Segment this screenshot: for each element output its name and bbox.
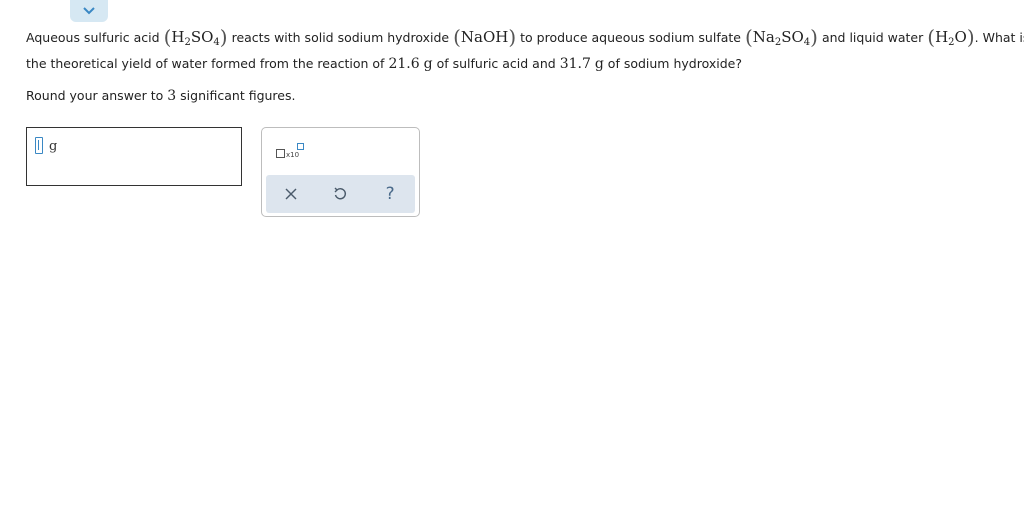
math-tool-panel: x10 ? (261, 127, 420, 217)
rounding-instruction: Round your answer to 3 significant figur… (26, 88, 296, 104)
answer-unit: g (49, 139, 58, 154)
mass-sodium-hydroxide: 31.7 (559, 56, 591, 72)
mass-sulfuric-acid: 21.6 (388, 56, 420, 72)
undo-button[interactable] (325, 179, 355, 209)
answer-input[interactable]: g (26, 127, 242, 186)
question-line-2: the theoretical yield of water formed fr… (26, 56, 742, 72)
question-text: Aqueous sulfuric acid (H2SO4) reacts wit… (26, 24, 1024, 77)
question-line-1: Aqueous sulfuric acid (H2SO4) reacts wit… (26, 25, 1024, 49)
clear-button[interactable] (276, 179, 306, 209)
x-icon (285, 188, 297, 200)
collapse-tab[interactable] (70, 0, 108, 22)
tool-bar: ? (266, 175, 415, 213)
sig-figs-count: 3 (167, 88, 177, 104)
scientific-notation-button[interactable]: x10 (276, 143, 306, 162)
formula-h2o: H2O (935, 28, 967, 48)
formula-h2so4: H2SO4 (171, 28, 220, 48)
help-button[interactable]: ? (375, 179, 405, 209)
answer-cursor-field[interactable] (35, 137, 43, 154)
formula-naoh: NaOH (460, 28, 509, 46)
base-box-icon (276, 149, 285, 158)
chevron-down-icon (83, 7, 95, 15)
formula-na2so4: Na2SO4 (752, 28, 811, 48)
exponent-box-icon (297, 143, 304, 150)
undo-icon (334, 187, 347, 200)
